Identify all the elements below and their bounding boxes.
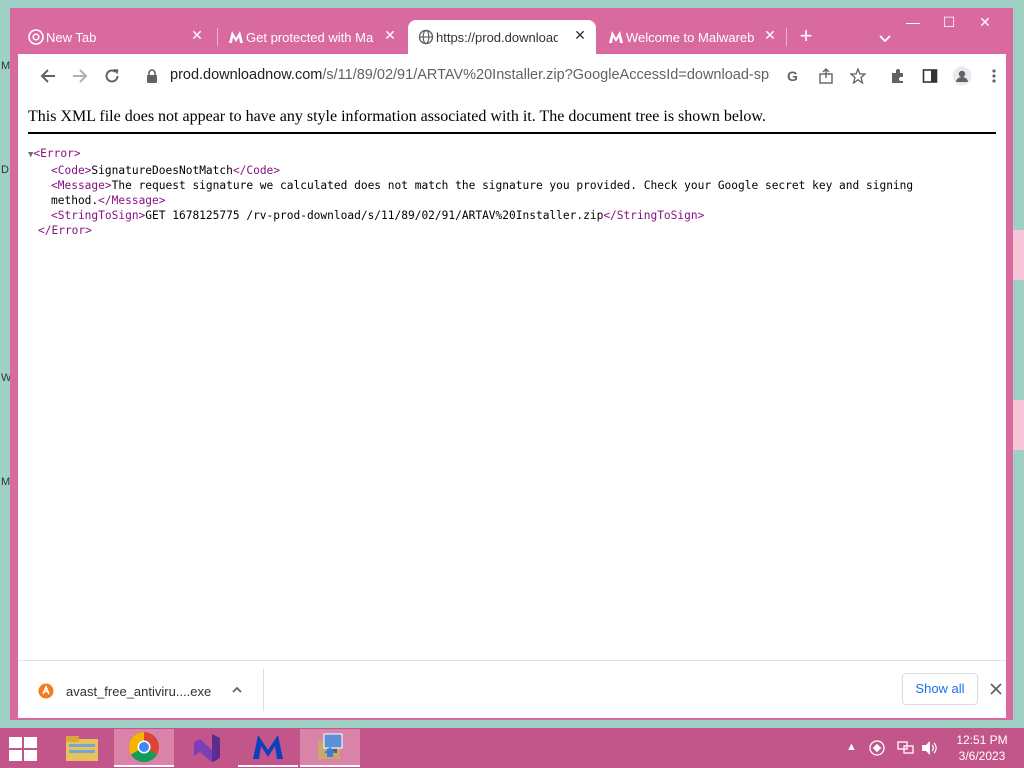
forward-button[interactable] [68,64,92,88]
avast-icon [38,683,54,699]
download-file-name: avast_free_antiviru....exe [66,683,212,699]
folder-icon [66,736,98,761]
malwarebytes-icon [229,31,243,43]
reload-icon [105,69,119,83]
address-bar[interactable]: prod.downloadnow.com/s/11/89/02/91/ARTAV… [138,60,788,92]
share-icon[interactable] [815,65,837,87]
taskbar-malwarebytes[interactable] [238,729,298,767]
browser-toolbar: prod.downloadnow.com/s/11/89/02/91/ARTAV… [18,54,1006,98]
divider [263,669,264,711]
close-icon[interactable]: ✕ [189,27,205,44]
windows-start-icon[interactable] [8,736,38,762]
desktop-icon-label: D [1,164,9,176]
installer-icon [318,733,343,759]
taskbar-file-explorer[interactable] [52,729,112,767]
arrow-right-icon [73,69,88,83]
back-button[interactable] [36,64,60,88]
tab-strip: New Tab ✕ Get protected with Malwarebyte… [10,8,1013,54]
network-icon[interactable] [897,740,915,756]
chevron-up-icon[interactable] [230,683,244,697]
tab-label: New Tab [46,29,97,45]
side-panel-icon[interactable] [919,65,941,87]
xml-root-close: </Error> [28,223,988,238]
show-all-button[interactable]: Show all [902,673,978,705]
tab-welcome-malwarebytes[interactable]: Welcome to Malwarebytes ✕ [598,20,786,54]
xml-root-open[interactable]: ▼<Error> [28,146,988,163]
xml-tag: </StringToSign> [603,209,705,222]
svg-text:G: G [787,68,798,84]
url-host: prod.downloadnow.com [170,67,323,83]
page-content: This XML file does not appear to have an… [18,98,1006,660]
xml-style-notice: This XML file does not appear to have an… [28,108,996,134]
lock-icon[interactable] [146,69,158,83]
taskbar-installer[interactable] [300,729,360,767]
xml-stringtosign-value: GET 1678125775 /rv-prod-download/s/11/89… [145,209,604,222]
download-item[interactable]: avast_free_antiviru....exe [38,679,211,703]
system-clock[interactable]: 12:51 PM 3/6/2023 [950,732,1014,764]
xml-message-value: method. [51,194,99,207]
url-path: /s/11/89/02/91/ARTAV%20Installer.zip?Goo… [322,67,770,83]
tab-new-tab[interactable]: New Tab ✕ [18,20,213,54]
globe-icon [418,29,434,45]
close-icon[interactable] [988,681,1004,697]
close-icon[interactable]: ✕ [762,27,778,44]
taskbar-chrome[interactable] [114,729,174,767]
xml-stringtosign-line: <StringToSign>GET 1678125775 /rv-prod-do… [28,208,988,223]
tab-label: Get protected with Malwarebytes [246,29,374,45]
clock-date: 3/6/2023 [958,749,1006,763]
xml-code-line: <Code>SignatureDoesNotMatch</Code> [28,163,988,178]
visual-studio-icon [194,734,220,762]
browser-window: New Tab ✕ Get protected with Malwarebyte… [10,8,1013,720]
malwarebytes-icon [253,735,283,759]
desktop-icon-label: M [1,60,11,72]
download-bar: avast_free_antiviru....exe Show all [18,660,1006,718]
maximize-button[interactable]: ☐ [931,10,967,34]
taskbar: ▲ 12:51 PM 3/6/2023 [0,728,1024,768]
close-icon[interactable]: ✕ [572,27,588,44]
desktop-icon-label: M [1,476,11,488]
arrow-left-icon [40,69,55,83]
tab-prod-downloadnow[interactable]: https://prod.downloadnow.com ✕ [408,20,596,54]
xml-document-tree: ▼<Error> <Code>SignatureDoesNotMatch</Co… [28,146,988,238]
menu-kebab-icon[interactable] [983,65,1005,87]
tab-separator [786,28,787,46]
minimize-button[interactable]: — [895,10,931,34]
xml-tag: <Error> [33,147,81,160]
tab-get-protected[interactable]: Get protected with Malwarebytes ✕ [218,20,406,54]
chrome-icon [128,732,159,763]
xml-tag: </Error> [38,224,92,237]
show-hidden-icons-chevron-icon[interactable]: ▲ [846,741,857,757]
reload-button[interactable] [100,64,124,88]
google-lens-icon[interactable]: G [782,65,804,87]
extensions-puzzle-icon[interactable] [887,65,909,87]
xml-tag: <Message> [51,179,112,192]
xml-message-line: method.</Message> [28,193,988,208]
xml-tag: <Code> [51,164,92,177]
chevron-down-icon[interactable] [875,28,895,48]
chrome-icon [28,29,44,45]
new-tab-button[interactable]: + [795,25,817,48]
close-icon[interactable]: ✕ [382,27,398,44]
clock-time: 12:51 PM [956,733,1008,747]
close-window-button[interactable]: ✕ [967,10,1003,34]
xml-message-value: The request signature we calculated does… [111,179,914,192]
tab-label: Welcome to Malwarebytes [626,29,754,45]
xml-tag: </Message> [98,194,166,207]
bookmark-star-icon[interactable] [847,65,869,87]
url-text[interactable]: prod.downloadnow.com/s/11/89/02/91/ARTAV… [170,67,770,83]
xml-tag: <StringToSign> [51,209,146,222]
tab-label: https://prod.downloadnow.com [436,29,558,45]
vpn-shield-icon[interactable] [869,740,885,756]
xml-code-value: SignatureDoesNotMatch [91,164,233,177]
profile-avatar-icon[interactable] [951,65,973,87]
volume-icon[interactable] [921,740,939,756]
xml-tag: </Code> [232,164,281,177]
malwarebytes-icon [609,31,623,43]
xml-message-line: <Message>The request signature we calcul… [28,178,988,193]
taskbar-visual-studio[interactable] [176,729,236,767]
